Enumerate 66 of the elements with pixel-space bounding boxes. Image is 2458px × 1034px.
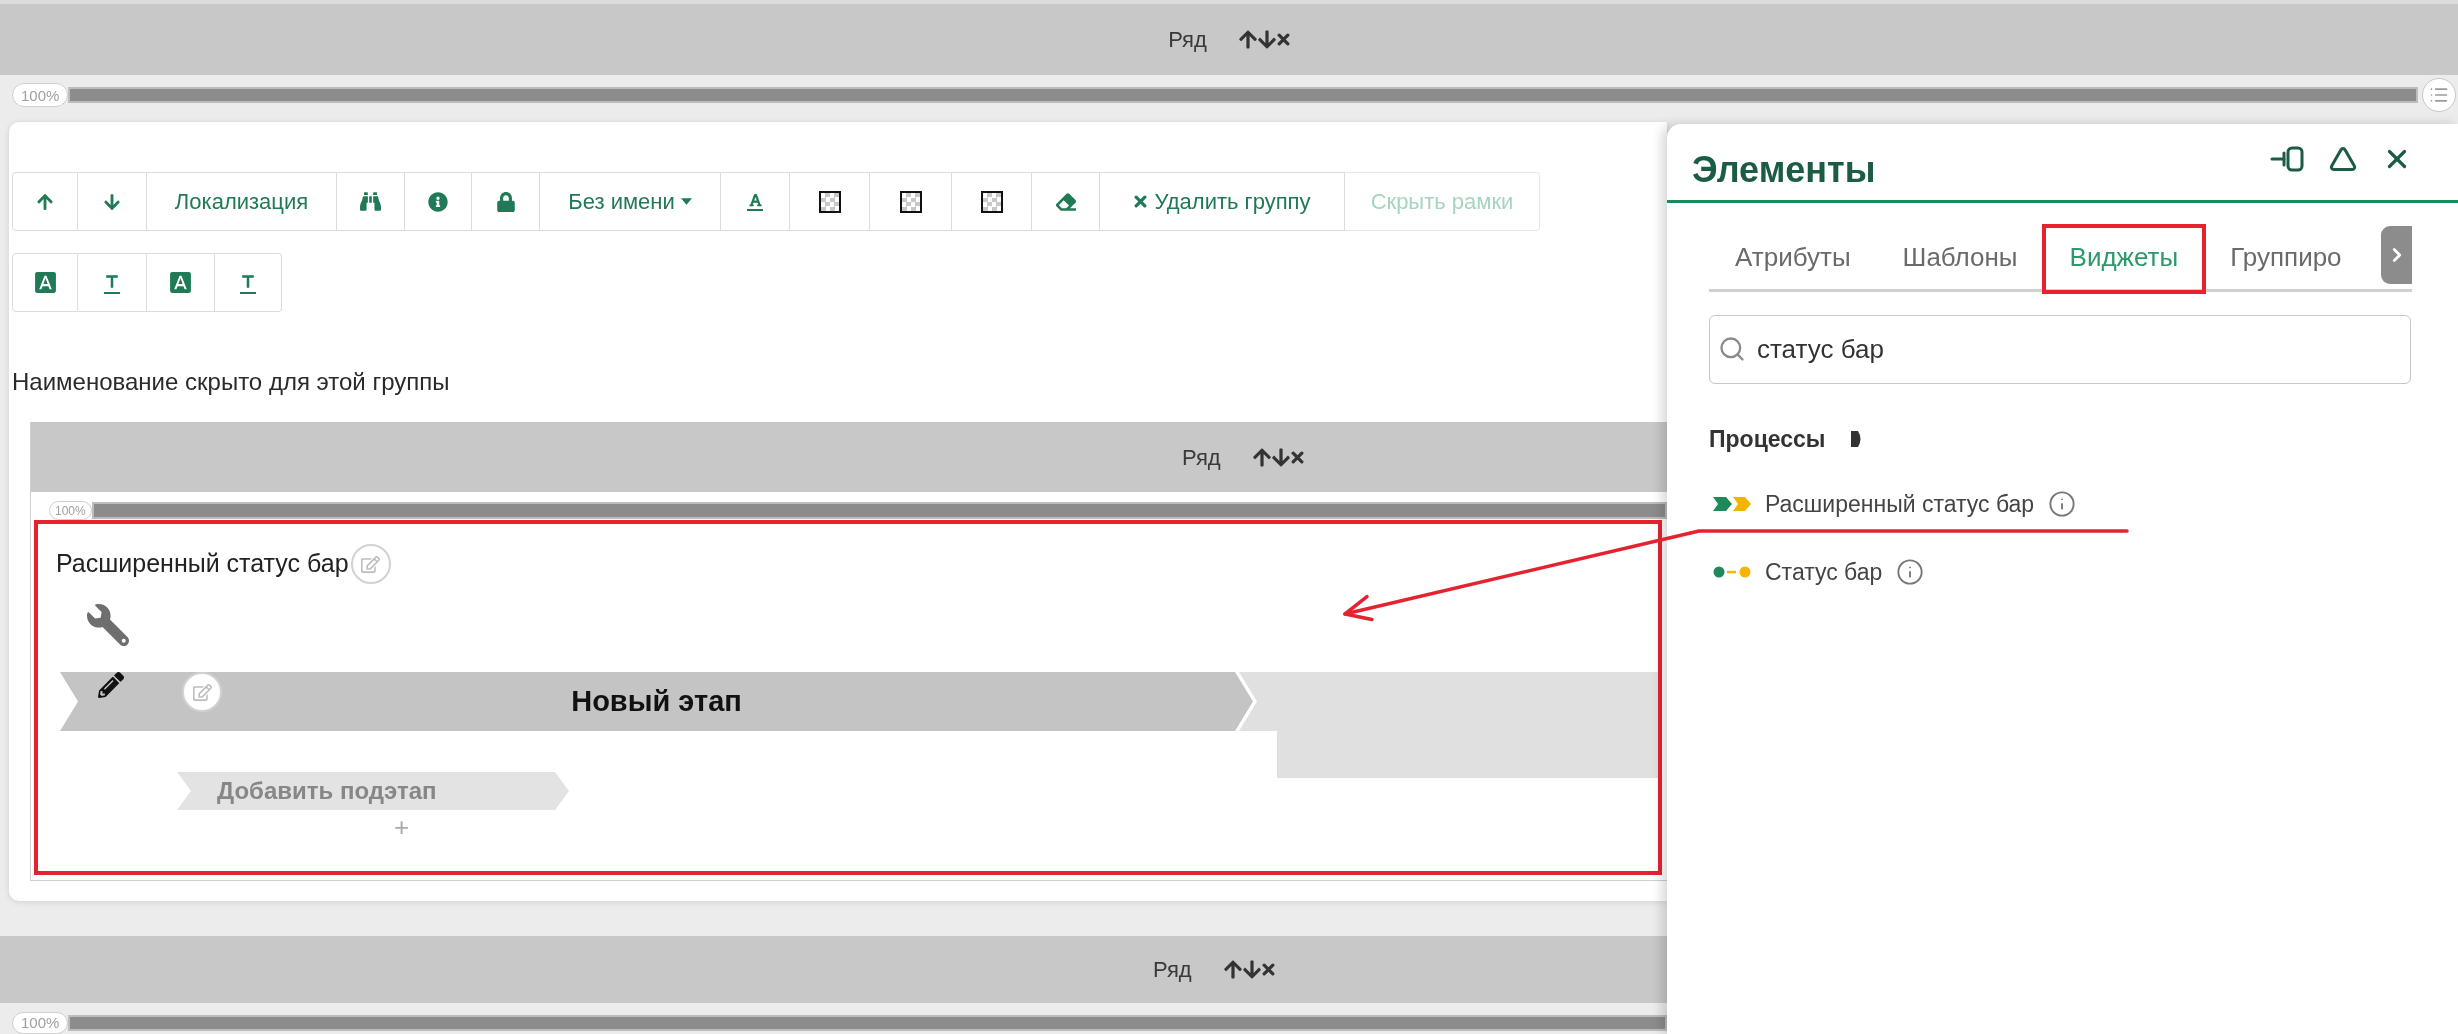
- pencil-icon[interactable]: [98, 672, 124, 698]
- group-caption: Наименование скрыто для этой группы: [12, 368, 450, 396]
- arrow-up-icon: [37, 192, 53, 211]
- width-badge: 100%: [12, 83, 69, 107]
- close-icon[interactable]: [1261, 963, 1275, 976]
- wrench-icon[interactable]: [87, 604, 129, 646]
- text-style-button[interactable]: [12, 253, 78, 312]
- panel-title: Элементы: [1692, 152, 1876, 188]
- close-icon[interactable]: [1290, 450, 1304, 464]
- x-mark-icon: [1133, 195, 1147, 208]
- caret-down-icon: [680, 198, 692, 205]
- checker-swatch-icon: [818, 190, 841, 213]
- scroll-right-button[interactable]: [2381, 226, 2412, 284]
- row-label: Ряд: [1182, 443, 1221, 472]
- arrow-down-icon: [104, 192, 120, 211]
- localization-button[interactable]: Локализация: [147, 172, 337, 231]
- widget-list-item[interactable]: Расширенный статус бар: [1713, 486, 2077, 521]
- checker-swatch-icon: [899, 190, 922, 213]
- arrow-down-icon[interactable]: [1242, 959, 1261, 980]
- triangle-icon[interactable]: [2328, 145, 2358, 173]
- panel-tab[interactable]: Атрибуты: [1709, 225, 1877, 289]
- panel-tab[interactable]: Группиро: [2204, 225, 2368, 289]
- widget-list-item[interactable]: Статус бар: [1713, 555, 1925, 590]
- font-underline-icon: [747, 192, 763, 211]
- widget-title: Расширенный статус бар: [56, 548, 349, 580]
- dock-icon[interactable]: [2270, 146, 2304, 172]
- width-badge: 100%: [49, 501, 92, 520]
- font-box-icon: [168, 270, 193, 295]
- text-style-button[interactable]: [78, 253, 147, 312]
- info-icon[interactable]: [2048, 489, 2077, 518]
- status-dots-icon: [1713, 566, 1751, 579]
- add-substage-button[interactable]: Добавить подэтап: [177, 772, 569, 810]
- eraser-icon: [1055, 191, 1076, 212]
- width-badge: 100%: [12, 1011, 69, 1034]
- info-icon[interactable]: [1896, 558, 1925, 587]
- arrow-down-icon[interactable]: [1257, 29, 1276, 50]
- info-icon: [428, 191, 448, 212]
- clear-button[interactable]: [1032, 172, 1100, 231]
- arrow-up-icon[interactable]: [1238, 29, 1257, 50]
- search-icon: [1718, 335, 1746, 363]
- section-title: Процессы: [1709, 425, 1826, 454]
- binoculars-icon: [360, 191, 381, 212]
- row-label: Ряд: [1153, 956, 1192, 984]
- lock-button[interactable]: [472, 172, 540, 231]
- list-button[interactable]: [2422, 78, 2456, 112]
- arrow-down-icon[interactable]: [1271, 446, 1290, 468]
- text-style-button[interactable]: [215, 253, 282, 312]
- lock-icon: [496, 191, 515, 212]
- panel-tab[interactable]: Виджеты: [2043, 225, 2205, 289]
- close-icon[interactable]: [1276, 33, 1290, 46]
- delete-group-button[interactable]: Удалить группу: [1100, 172, 1345, 231]
- search-field[interactable]: статус бар: [1709, 315, 2411, 384]
- checker-swatch-icon: [980, 190, 1003, 213]
- row-label: Ряд: [1168, 26, 1207, 54]
- info-button[interactable]: [405, 172, 472, 231]
- chevrons-icon: [1713, 496, 1751, 511]
- arrow-up-icon[interactable]: [1223, 959, 1242, 980]
- list-icon: [2429, 85, 2449, 105]
- name-dropdown[interactable]: Без имени: [540, 172, 721, 231]
- arrow-up-icon[interactable]: [1252, 446, 1271, 468]
- text-color-button[interactable]: [721, 172, 790, 231]
- text-style-button[interactable]: [147, 253, 215, 312]
- stage-label: Новый этап: [571, 683, 742, 719]
- find-button[interactable]: [337, 172, 405, 231]
- font-box-icon: [32, 270, 58, 295]
- panel-tab[interactable]: Шаблоны: [1876, 225, 2044, 289]
